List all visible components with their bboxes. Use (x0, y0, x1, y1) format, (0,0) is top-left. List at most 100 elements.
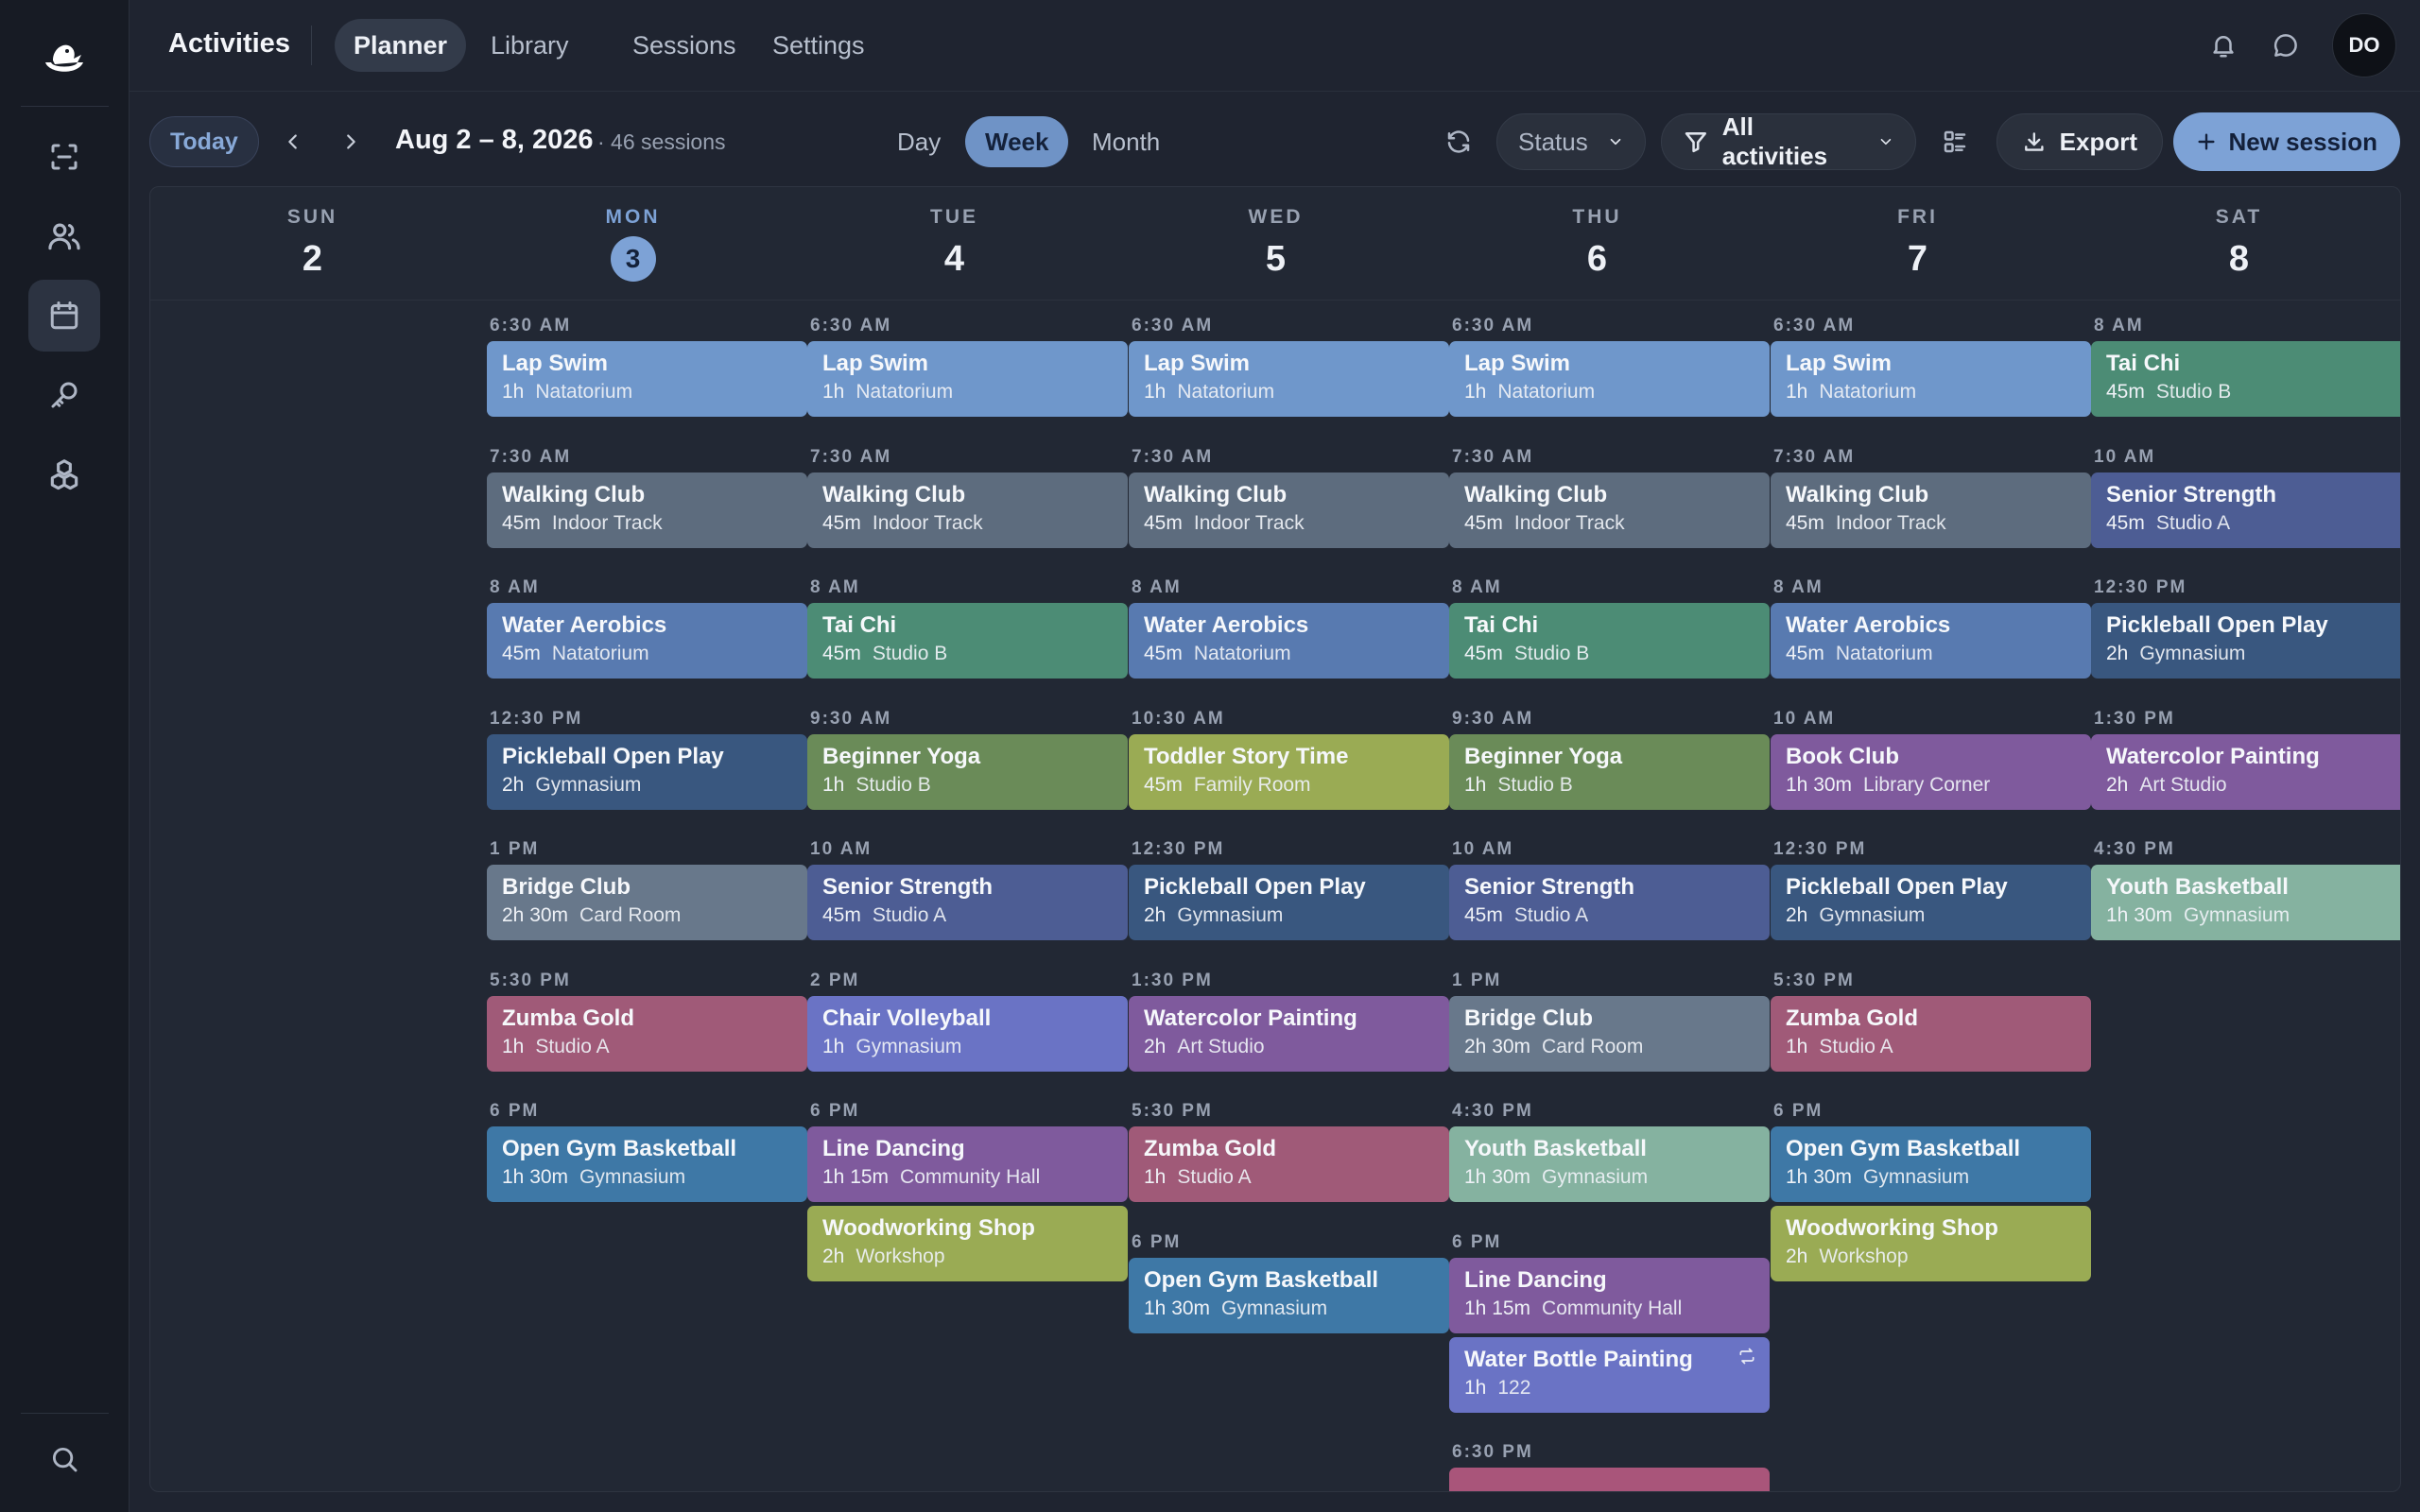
session-location: Studio B (2155, 381, 2232, 403)
users-icon[interactable] (28, 200, 100, 272)
chat-icon[interactable] (2263, 23, 2308, 68)
session-card[interactable]: Bridge Club 2h 30m Card Room (1449, 995, 1770, 1072)
session-card[interactable]: Tai Chi 45m Studio B (2091, 341, 2400, 417)
slot-time: 8 AM (2094, 316, 2144, 335)
status-filter[interactable]: Status (1496, 113, 1646, 170)
session-location: Natatorium (856, 381, 954, 403)
session-card[interactable]: Youth Basketball 1h 30m Gymnasium (2091, 865, 2400, 940)
session-card[interactable]: Open Gym Basketball 1h 30m Gymnasium (1771, 1126, 2091, 1202)
session-card[interactable]: Line Dancing 1h 15m Community Hall (807, 1126, 1128, 1202)
session-meta: 1h 30m Gymnasium (1144, 1297, 1434, 1320)
slot-time: 1:30 PM (2094, 708, 2175, 729)
calendar-icon[interactable] (28, 280, 100, 352)
session-card[interactable]: Watercolor Painting 2h Art Studio (2091, 733, 2400, 810)
day-header-fri[interactable]: FRI 7 (1757, 206, 2078, 282)
session-card[interactable]: Lap Swim 1h Natatorium (807, 341, 1128, 417)
scan-icon[interactable] (28, 121, 100, 193)
session-card[interactable]: Beginner Yoga 1h Studio B (1449, 733, 1770, 810)
slot-time: 5:30 PM (490, 970, 571, 990)
slot-time: 12:30 PM (2094, 577, 2187, 597)
today-button[interactable]: Today (149, 116, 259, 167)
session-card[interactable]: Pickleball Open Play 2h Gymnasium (1771, 865, 2091, 940)
session-card[interactable]: Bridge Club 2h 30m Card Room (487, 865, 807, 940)
search-icon[interactable] (28, 1423, 100, 1495)
prev-week-icon[interactable] (275, 124, 311, 160)
tab-settings[interactable]: Settings (753, 19, 884, 72)
export-button[interactable]: Export (1996, 113, 2163, 170)
activity-filter[interactable]: All activities (1661, 112, 1916, 170)
view-day-button[interactable]: Day (877, 116, 960, 167)
session-title: Water Aerobics (1786, 612, 1951, 638)
slot-time: 10 AM (1452, 839, 1514, 859)
tab-library[interactable]: Library (472, 19, 588, 72)
day-header-thu[interactable]: THU 6 (1437, 206, 1757, 282)
day-header-wed[interactable]: WED 5 (1115, 206, 1436, 282)
session-duration: 45m (1464, 643, 1503, 664)
session-location: Studio A (1513, 904, 1589, 926)
top-bar: Activities Planner Library Sessions Sett… (130, 0, 2420, 92)
session-title: Pickleball Open Play (1786, 874, 2008, 900)
session-card[interactable]: Pickleball Open Play 2h Gymnasium (1129, 865, 1449, 940)
bell-icon[interactable] (2201, 23, 2246, 68)
session-card[interactable]: Walking Club 45m Indoor Track (807, 472, 1128, 548)
slot-time: 6:30 AM (1773, 316, 1856, 335)
session-card[interactable]: Lap Swim 1h Natatorium (1129, 341, 1449, 417)
session-card[interactable]: Walking Club 45m Indoor Track (1449, 472, 1770, 548)
session-card[interactable]: Woodworking Shop 2h Workshop (807, 1206, 1128, 1281)
session-card[interactable]: Beginner Yoga 1h Studio B (807, 733, 1128, 810)
session-card[interactable]: Water Aerobics 45m Natatorium (1771, 603, 2091, 679)
session-card[interactable]: Open Gym Basketball 1h 30m Gymnasium (1129, 1257, 1449, 1333)
next-week-icon[interactable] (333, 124, 369, 160)
layout-icon[interactable] (1933, 120, 1977, 163)
session-card[interactable]: Line Dancing 1h 15m Community Hall (1449, 1257, 1770, 1333)
session-duration: 1h 30m (1786, 773, 1853, 796)
session-duration: 1h (1464, 773, 1487, 796)
session-card[interactable]: Lap Swim 1h Natatorium (1449, 341, 1770, 417)
view-month-button[interactable]: Month (1072, 116, 1180, 167)
logo-icon[interactable] (36, 32, 93, 89)
session-card[interactable]: Senior Strength 45m Studio A (2091, 472, 2400, 548)
day-header-sun[interactable]: SUN 2 (152, 206, 473, 282)
session-card[interactable]: Tai Chi 45m Studio B (807, 603, 1128, 679)
session-card[interactable]: Youth Basketball 1h 30m Gymnasium (1449, 1126, 1770, 1202)
session-card[interactable]: Woodworking Shop 2h Workshop (1771, 1206, 2091, 1281)
session-card[interactable]: Lap Swim 1h Natatorium (1771, 341, 2091, 417)
session-card[interactable]: Zumba Gold 1h Studio A (1129, 1126, 1449, 1202)
session-card[interactable]: Water Aerobics 45m Natatorium (1129, 603, 1449, 679)
view-week-button[interactable]: Week (965, 116, 1069, 167)
key-icon[interactable] (28, 359, 100, 431)
session-card[interactable]: Zumba Gold 1h Studio A (487, 995, 807, 1072)
session-card[interactable]: Book Club 1h 30m Library Corner (1771, 733, 2091, 810)
session-card[interactable]: Senior Strength 45m Studio A (807, 865, 1128, 940)
session-card[interactable]: Watercolor Painting 2h Art Studio (1129, 995, 1449, 1072)
session-card[interactable]: Walking Club 45m Indoor Track (1771, 472, 2091, 548)
day-of-week: SUN (286, 206, 338, 228)
session-card[interactable]: Senior Strength 45m Studio A (1449, 865, 1770, 940)
session-card[interactable]: Lap Swim 1h Natatorium (487, 341, 807, 417)
session-card[interactable]: Walking Club 45m Indoor Track (1129, 472, 1449, 548)
session-card[interactable]: Pickleball Open Play 2h Gymnasium (2091, 603, 2400, 679)
session-card[interactable]: Tai Chi 45m Studio B (1449, 603, 1770, 679)
session-card[interactable]: Open Gym Basketball 1h 30m Gymnasium (487, 1126, 807, 1202)
session-card[interactable] (1449, 1468, 1770, 1491)
new-session-button[interactable]: New session (2173, 112, 2400, 171)
day-header-sat[interactable]: SAT 8 (2079, 206, 2399, 282)
tab-sessions[interactable]: Sessions (614, 19, 755, 72)
session-card[interactable]: Walking Club 45m Indoor Track (487, 472, 807, 548)
cubes-icon[interactable] (28, 438, 100, 510)
session-card[interactable]: Water Aerobics 45m Natatorium (487, 603, 807, 679)
session-title: Water Aerobics (502, 612, 667, 638)
session-card[interactable]: Pickleball Open Play 2h Gymnasium (487, 733, 807, 810)
session-card[interactable]: Zumba Gold 1h Studio A (1771, 995, 2091, 1072)
session-meta: 2h 30m Card Room (502, 904, 792, 927)
avatar[interactable]: DO (2332, 13, 2396, 77)
day-header-tue[interactable]: TUE 4 (794, 206, 1115, 282)
day-header-mon[interactable]: MON 3 (473, 206, 793, 282)
session-duration: 1h 30m (1144, 1297, 1211, 1319)
session-card[interactable]: Chair Volleyball 1h Gymnasium (807, 995, 1128, 1072)
session-card[interactable]: Water Bottle Painting 1h 122 (1449, 1336, 1770, 1413)
refresh-icon[interactable] (1437, 120, 1480, 163)
slot-time: 6:30 AM (490, 316, 572, 335)
tab-planner[interactable]: Planner (335, 19, 467, 72)
session-card[interactable]: Toddler Story Time 45m Family Room (1129, 733, 1449, 810)
